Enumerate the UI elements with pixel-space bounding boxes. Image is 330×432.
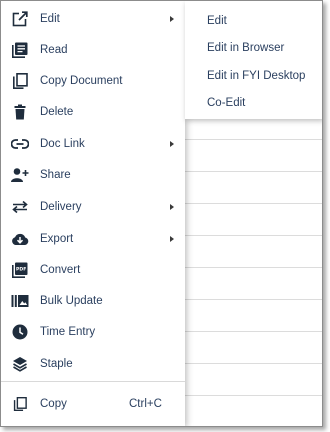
bulk-update-icon <box>11 292 29 310</box>
link-icon <box>11 135 29 153</box>
menu-item-label: Share <box>40 168 71 181</box>
grid-row-divider <box>185 171 322 172</box>
menu-item-label: Bulk Update <box>40 294 103 307</box>
menu-item-label: Edit <box>40 12 60 25</box>
menu-item-time-entry[interactable]: Time Entry <box>1 316 185 347</box>
submenu-arrow-icon <box>170 235 174 242</box>
menu-item-copy[interactable]: Copy Ctrl+C <box>1 388 185 419</box>
menu-item-label: Convert <box>40 263 81 276</box>
menu-divider <box>1 381 185 382</box>
document-context-menu: Edit Read Copy Document Delete Doc Link … <box>1 1 185 426</box>
menu-item-label: Time Entry <box>40 325 96 338</box>
cloud-download-icon <box>11 230 29 248</box>
submenu-item-label: Edit in Browser <box>207 41 285 54</box>
grid-row-divider <box>185 235 322 236</box>
submenu-item-label: Co-Edit <box>207 96 246 109</box>
clock-icon <box>11 323 29 341</box>
menu-item-bulk-update[interactable]: Bulk Update <box>1 285 185 316</box>
svg-text:PDF: PDF <box>16 266 26 272</box>
layers-icon <box>11 355 29 373</box>
submenu-item-co-edit[interactable]: Co-Edit <box>185 89 322 116</box>
menu-item-label: Staple <box>40 357 73 370</box>
menu-item-convert[interactable]: PDF Convert <box>1 254 185 285</box>
copy-document-icon <box>11 72 29 90</box>
menu-item-delivery[interactable]: Delivery <box>1 191 185 222</box>
menu-item-label: Copy <box>40 397 67 410</box>
menu-item-label: Read <box>40 43 68 56</box>
menu-item-label: Delete <box>40 105 74 118</box>
menu-item-copy-document[interactable]: Copy Document <box>1 65 185 96</box>
menu-item-staple[interactable]: Staple <box>1 348 185 379</box>
add-person-icon <box>11 166 29 184</box>
menu-item-share[interactable]: Share <box>1 159 185 190</box>
menu-item-label: Copy Document <box>40 74 123 87</box>
keyboard-shortcut: Ctrl+C <box>129 397 162 410</box>
menu-item-label: Doc Link <box>40 137 85 150</box>
submenu-item-edit-in-fyi-desktop[interactable]: Edit in FYI Desktop <box>185 62 322 89</box>
background-document-grid <box>185 119 322 426</box>
grid-row-divider <box>185 203 322 204</box>
submenu-arrow-icon <box>170 15 174 22</box>
menu-item-read[interactable]: Read <box>1 34 185 65</box>
grid-row-divider <box>185 363 322 364</box>
grid-row-divider <box>185 267 322 268</box>
grid-row-divider <box>185 331 322 332</box>
grid-row-divider <box>185 395 322 396</box>
read-icon <box>11 41 29 59</box>
menu-item-delete[interactable]: Delete <box>1 96 185 127</box>
external-edit-icon <box>11 10 29 28</box>
menu-item-label: Delivery <box>40 200 82 213</box>
menu-item-edit[interactable]: Edit <box>1 3 185 34</box>
submenu-arrow-icon <box>170 140 174 147</box>
menu-item-export[interactable]: Export <box>1 223 185 254</box>
submenu-arrow-icon <box>170 203 174 210</box>
submenu-item-label: Edit <box>207 14 227 27</box>
menu-item-doc-link[interactable]: Doc Link <box>1 128 185 159</box>
edit-submenu: Edit Edit in Browser Edit in FYI Desktop… <box>185 1 322 119</box>
copy-icon <box>11 395 29 413</box>
pdf-icon: PDF <box>11 261 29 279</box>
submenu-item-edit[interactable]: Edit <box>185 7 322 34</box>
submenu-item-label: Edit in FYI Desktop <box>207 69 306 82</box>
trash-icon <box>11 103 29 121</box>
context-menu-screenshot: Edit Read Copy Document Delete Doc Link … <box>0 0 323 427</box>
grid-row-divider <box>185 139 322 140</box>
grid-row-divider <box>185 299 322 300</box>
swap-arrows-icon <box>11 198 29 216</box>
submenu-item-edit-in-browser[interactable]: Edit in Browser <box>185 34 322 61</box>
menu-item-label: Export <box>40 232 74 245</box>
